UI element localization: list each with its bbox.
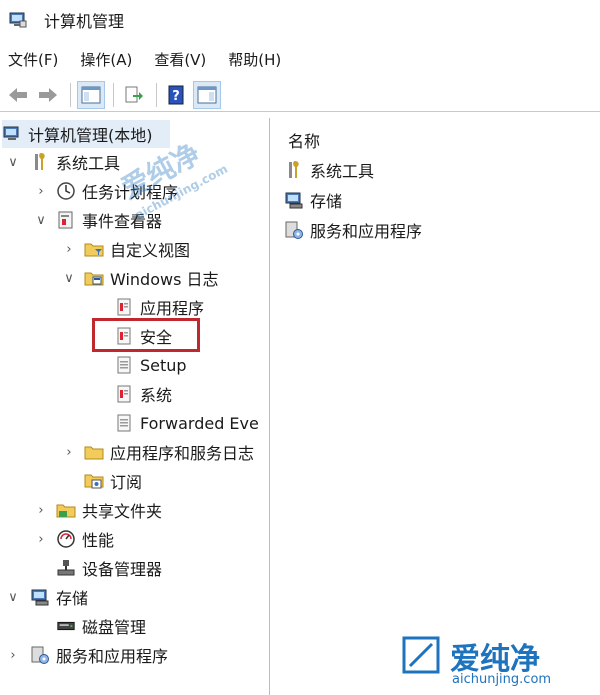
- tree-node-services-apps[interactable]: 服务和应用程序: [30, 641, 168, 669]
- log-icon: [114, 384, 134, 404]
- tree-label: 服务和应用程序: [56, 647, 169, 666]
- show-hide-tree-icon[interactable]: [77, 80, 105, 109]
- export-list-icon[interactable]: [120, 81, 148, 109]
- computer-icon: [2, 124, 22, 144]
- tools-icon: [30, 152, 50, 172]
- tree-label: 订阅: [110, 473, 143, 492]
- tree-node-shared-folders[interactable]: 共享文件夹: [56, 496, 162, 524]
- tree-label: 系统工具: [56, 154, 121, 173]
- tree-node-system[interactable]: 系统: [114, 380, 172, 408]
- menu-file[interactable]: 文件(F): [8, 49, 58, 70]
- storage-icon: [30, 587, 50, 607]
- tree-label: 性能: [82, 531, 115, 550]
- tree-node-device-manager[interactable]: 设备管理器: [56, 554, 162, 582]
- toolbar: ?: [0, 78, 600, 112]
- tree-label: 系统: [140, 386, 173, 405]
- details-pane: 名称 系统工具 存储 服务和应用程序: [272, 118, 600, 695]
- menu-view[interactable]: 查看(V): [154, 49, 206, 70]
- tree-node-performance[interactable]: 性能: [56, 525, 114, 553]
- back-icon[interactable]: [4, 81, 32, 109]
- event-viewer-icon: [56, 210, 76, 230]
- tree-node-setup[interactable]: Setup: [114, 351, 187, 379]
- tree-node-disk-management[interactable]: 磁盘管理: [56, 612, 146, 640]
- title-bar: 计算机管理: [0, 0, 600, 40]
- tree-node-application[interactable]: 应用程序: [114, 293, 204, 321]
- chevron-down-icon[interactable]: ∨: [62, 264, 76, 292]
- folder-icon: [84, 442, 104, 462]
- chevron-right-icon[interactable]: ›: [34, 496, 48, 524]
- tree-label: Setup: [140, 355, 187, 375]
- computer-management-icon: [8, 10, 28, 30]
- chevron-down-icon[interactable]: ∨: [6, 583, 20, 611]
- column-header-name[interactable]: 名称: [288, 128, 320, 152]
- chevron-down-icon[interactable]: ∨: [6, 148, 20, 176]
- log-icon: [114, 355, 134, 375]
- tree-node-system-tools[interactable]: 系统工具: [30, 148, 120, 176]
- services-icon: [284, 220, 304, 240]
- shared-folder-icon: [56, 500, 76, 520]
- watermark-logo: 爱纯净 aichunjing.com: [398, 632, 598, 692]
- forward-icon[interactable]: [34, 81, 62, 109]
- log-icon: [114, 297, 134, 317]
- tree-node-app-service-logs[interactable]: 应用程序和服务日志: [84, 438, 254, 466]
- chevron-right-icon[interactable]: ›: [62, 438, 76, 466]
- chevron-down-icon[interactable]: ∨: [34, 206, 48, 234]
- chevron-right-icon[interactable]: ›: [6, 641, 20, 669]
- list-item-label: 系统工具: [310, 162, 375, 181]
- list-item-storage[interactable]: 存储: [284, 186, 342, 214]
- tree-label: 设备管理器: [82, 560, 163, 579]
- menu-action[interactable]: 操作(A): [80, 49, 132, 70]
- toolbar-separator: [156, 82, 157, 107]
- window-title: 计算机管理: [44, 12, 125, 31]
- tree-label: 应用程序和服务日志: [110, 444, 255, 463]
- tree-node-windows-logs[interactable]: Windows 日志: [84, 264, 219, 292]
- storage-icon: [284, 190, 304, 210]
- subscription-icon: [84, 471, 104, 491]
- list-item-services-apps[interactable]: 服务和应用程序: [284, 216, 422, 244]
- tree-label: 共享文件夹: [82, 502, 163, 521]
- action-pane-icon[interactable]: [193, 80, 221, 109]
- tree-label: 自定义视图: [110, 241, 191, 260]
- chevron-right-icon[interactable]: ›: [34, 177, 48, 205]
- tree-node-custom-views[interactable]: 自定义视图: [84, 235, 190, 263]
- toolbar-separator: [113, 82, 114, 107]
- help-icon[interactable]: ?: [163, 81, 191, 109]
- chevron-right-icon[interactable]: ›: [34, 525, 48, 553]
- tree-label: Forwarded Eve: [140, 413, 259, 433]
- svg-text:?: ?: [172, 89, 180, 104]
- list-item-label: 存储: [310, 192, 343, 211]
- tree-label: 磁盘管理: [82, 618, 147, 637]
- performance-icon: [56, 529, 76, 549]
- list-item-label: 服务和应用程序: [310, 222, 423, 241]
- list-item-system-tools[interactable]: 系统工具: [284, 156, 374, 184]
- folder-filter-icon: [84, 239, 104, 259]
- disk-icon: [56, 616, 76, 636]
- chevron-right-icon[interactable]: ›: [62, 235, 76, 263]
- device-manager-icon: [56, 558, 76, 578]
- tree-node-subscriptions[interactable]: 订阅: [84, 467, 142, 495]
- highlight-box: [92, 318, 200, 352]
- tree-node-storage[interactable]: 存储: [30, 583, 88, 611]
- tree-node-root[interactable]: 计算机管理(本地): [2, 120, 170, 148]
- services-icon: [30, 645, 50, 665]
- tree-node-forwarded-events[interactable]: Forwarded Eve: [114, 409, 259, 437]
- clock-icon: [56, 181, 76, 201]
- tree-label: 存储: [56, 589, 89, 608]
- menu-help[interactable]: 帮助(H): [228, 49, 281, 70]
- tree-label: 计算机管理(本地): [28, 126, 153, 145]
- log-icon: [114, 413, 134, 433]
- menu-bar: 文件(F) 操作(A) 查看(V) 帮助(H): [0, 44, 600, 74]
- watermark-logo-url: aichunjing.com: [452, 672, 552, 687]
- tools-icon: [284, 160, 304, 180]
- tree-label: Windows 日志: [110, 270, 219, 289]
- folder-log-icon: [84, 268, 104, 288]
- toolbar-separator: [70, 82, 71, 107]
- tree-label: 应用程序: [140, 299, 205, 318]
